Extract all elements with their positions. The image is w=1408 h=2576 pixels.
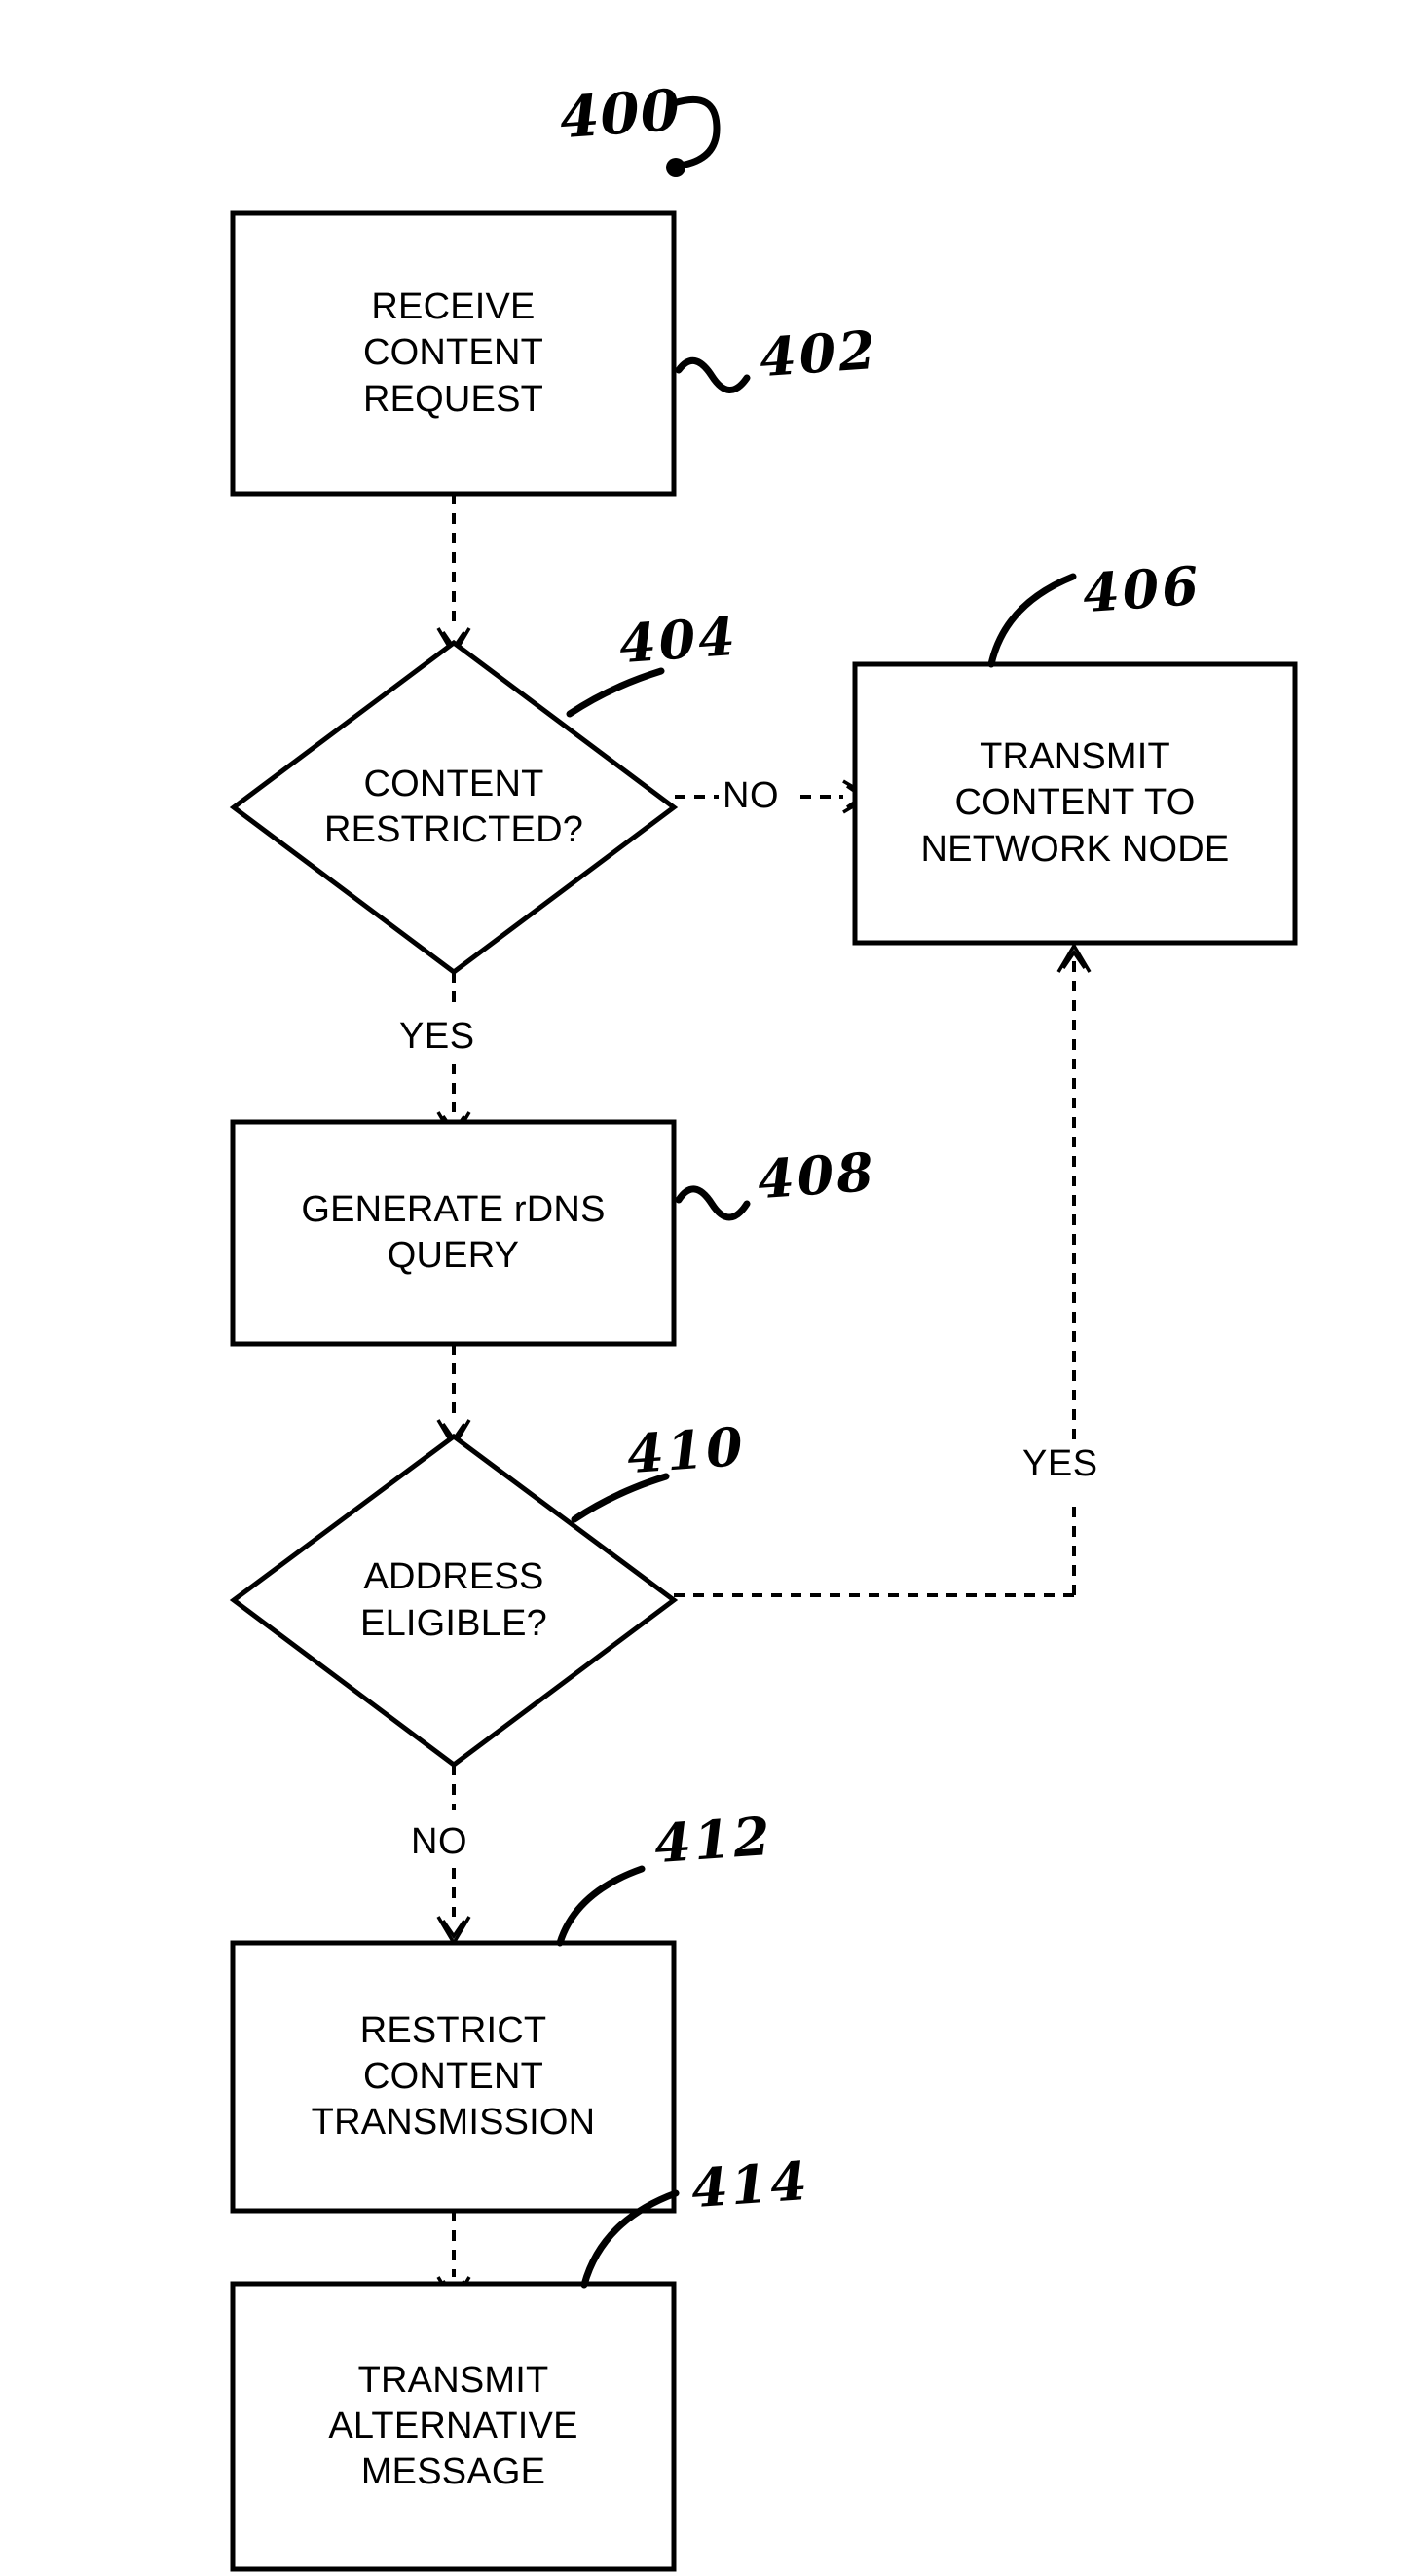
leader-402 [675,357,751,393]
ref-numeral-406: 406 [1080,553,1204,625]
leader-412 [556,1865,646,1947]
ref-numeral-412: 412 [651,1804,775,1876]
leader-400-dot [666,158,685,177]
branch-label-yes-410: YES [1022,1443,1098,1484]
node-box-406 [852,661,1298,946]
branch-label-no-410: NO [411,1821,467,1862]
node-box-414 [230,2281,677,2572]
ref-numeral-410: 410 [624,1414,748,1486]
branch-label-yes-404: YES [399,1016,475,1057]
node-box-412 [230,1940,677,2214]
leader-404 [566,667,665,718]
node-box-408 [230,1119,677,1347]
ref-numeral-408: 408 [755,1139,878,1212]
ref-numeral-404: 404 [616,604,740,676]
leader-406 [987,573,1077,668]
branch-label-no-404: NO [723,775,779,816]
node-box-402 [230,210,677,497]
figure-number: 400 [557,76,684,152]
leader-408 [675,1185,751,1221]
ref-numeral-414: 414 [688,2148,812,2221]
node-diamond-410 [229,1433,679,1769]
ref-numeral-402: 402 [757,317,880,390]
figure-canvas: 400 RECEIVE CONTENT REQUEST CONTENT REST… [0,0,1408,2576]
